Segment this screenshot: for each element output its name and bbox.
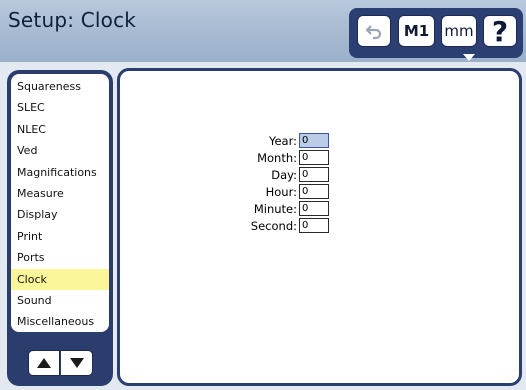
- setup-sidebar: Squareness SLEC NLEC Ved Magnifications …: [7, 70, 113, 386]
- hour-field[interactable]: 0: [299, 184, 329, 199]
- scroll-up-button[interactable]: [28, 350, 60, 376]
- day-row: Day: 0: [232, 167, 432, 184]
- arrow-up-icon: [37, 358, 51, 368]
- page-title: Setup: Clock: [8, 8, 137, 32]
- m1-pointer-icon: [463, 54, 475, 61]
- scroll-down-button[interactable]: [61, 350, 93, 376]
- menu-item-ports[interactable]: Ports: [11, 247, 109, 268]
- year-row: Year: 0: [232, 133, 432, 150]
- second-field[interactable]: 0: [299, 218, 329, 233]
- m1-label: M1: [403, 22, 430, 40]
- second-row: Second: 0: [232, 218, 432, 235]
- menu-item-squareness[interactable]: Squareness: [11, 76, 109, 97]
- menu-item-magnifications[interactable]: Magnifications: [11, 162, 109, 183]
- menu-item-display[interactable]: Display: [11, 204, 109, 225]
- setup-menu: Squareness SLEC NLEC Ved Magnifications …: [11, 74, 109, 332]
- month-label: Month:: [257, 151, 297, 165]
- second-label: Second:: [250, 219, 297, 233]
- hour-label: Hour:: [265, 185, 297, 199]
- undo-button[interactable]: [357, 15, 391, 47]
- undo-icon: [365, 25, 382, 40]
- header-bar: Setup: Clock M1 mm ?: [0, 0, 526, 62]
- clock-fields: Year: 0 Month: 0 Day: 0 Hour: 0 Minute: …: [232, 133, 432, 235]
- day-label: Day:: [271, 168, 297, 182]
- menu-item-print[interactable]: Print: [11, 226, 109, 247]
- arrow-down-icon: [69, 358, 84, 368]
- month-field[interactable]: 0: [299, 150, 329, 165]
- menu-item-miscellaneous[interactable]: Miscellaneous: [11, 311, 109, 332]
- minute-field[interactable]: 0: [299, 201, 329, 216]
- year-label: Year:: [268, 134, 297, 148]
- menu-item-nlec[interactable]: NLEC: [11, 119, 109, 140]
- help-icon: ?: [491, 14, 509, 48]
- clock-panel: Year: 0 Month: 0 Day: 0 Hour: 0 Minute: …: [117, 68, 522, 386]
- measure-m1-button[interactable]: M1: [398, 15, 475, 61]
- help-button[interactable]: ?: [483, 14, 517, 48]
- menu-item-ved[interactable]: Ved: [11, 140, 109, 161]
- menu-item-slec[interactable]: SLEC: [11, 97, 109, 118]
- units-button[interactable]: mm: [441, 15, 477, 47]
- menu-item-clock[interactable]: Clock: [11, 268, 109, 290]
- day-field[interactable]: 0: [299, 167, 329, 182]
- hour-row: Hour: 0: [232, 184, 432, 201]
- month-row: Month: 0: [232, 150, 432, 167]
- toolbar: M1 mm ?: [349, 8, 523, 61]
- minute-label: Minute:: [253, 202, 297, 216]
- minute-row: Minute: 0: [232, 201, 432, 218]
- menu-item-measure[interactable]: Measure: [11, 183, 109, 204]
- scroll-arrows: [28, 350, 94, 376]
- menu-item-sound[interactable]: Sound: [11, 290, 109, 311]
- units-label: mm: [444, 22, 474, 40]
- year-field[interactable]: 0: [299, 133, 329, 148]
